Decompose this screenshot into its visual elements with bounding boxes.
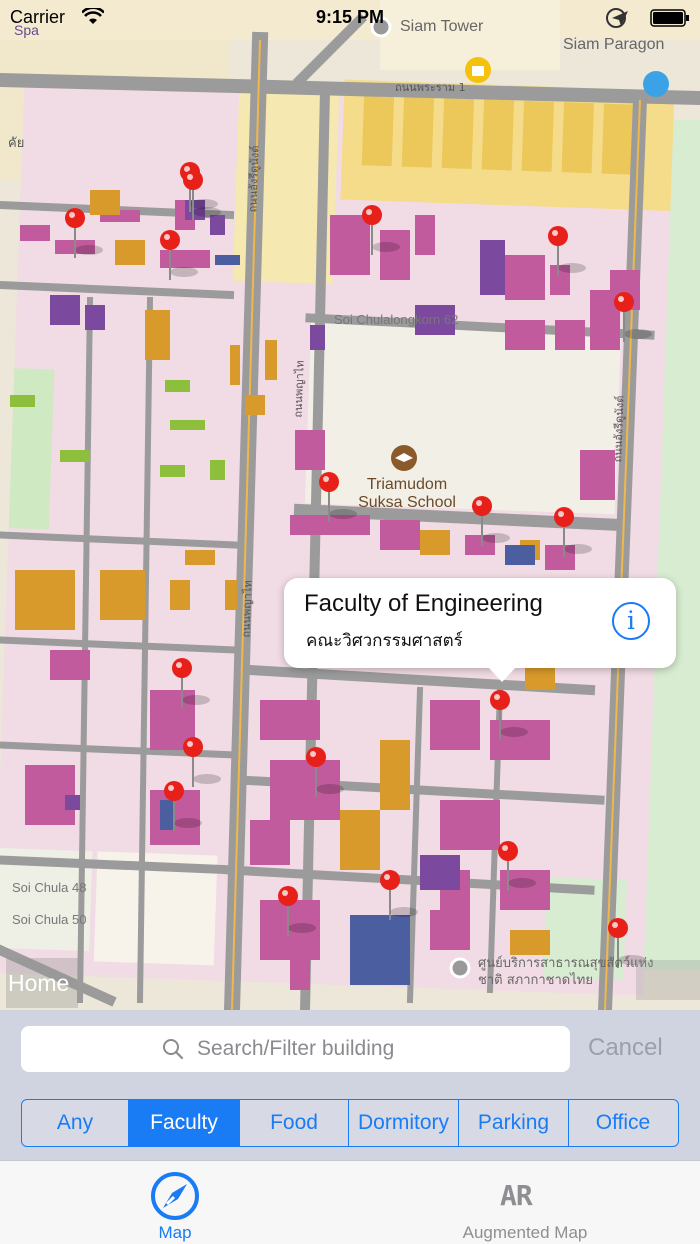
status-bar: Carrier 9:15 PM [0,0,700,36]
search-icon [163,1039,184,1060]
building-callout[interactable]: Faculty of Engineering คณะวิศวกรรมศาสตร์… [284,578,676,682]
compass-icon [151,1172,199,1220]
map-label-rama1-road: ถนนพระราม 1 [395,81,466,94]
map-label-left-edge: คัย [8,136,25,151]
search-field[interactable] [21,1026,570,1072]
map-label-soi-chula-62: Soi Chulalongkorn 62 [334,312,459,327]
tab-bar: Map AR Augmented Map [0,1160,700,1244]
callout-title: Faculty of Engineering [304,590,543,617]
location-icon [606,8,628,28]
battery-icon [650,9,689,27]
map-label-henri-dunant-top: ถนนอังรีดูนังต์ [246,145,262,213]
map-label-school: Triamudom Suksa School [352,476,462,512]
filter-dormitory[interactable]: Dormitory [349,1100,459,1146]
info-icon[interactable]: i [612,602,650,640]
home-button[interactable]: Home [6,958,78,1008]
map-canvas[interactable] [0,0,700,1010]
building-filter-control[interactable]: Any Faculty Food Dormitory Parking Offic… [21,1099,679,1147]
filter-faculty[interactable]: Faculty [129,1100,240,1146]
filter-food[interactable]: Food [240,1100,349,1146]
filter-any[interactable]: Any [22,1100,129,1146]
search-panel: Cancel Any Faculty Food Dormitory Parkin… [0,1010,700,1160]
search-input[interactable] [197,1035,547,1063]
tab-augmented-map[interactable]: AR Augmented Map [430,1161,620,1244]
map-label-siam-paragon: Siam Paragon [563,36,665,53]
map-label-soi-chula-50: Soi Chula 50 [12,912,87,927]
campus-map[interactable]: Spa Siam Tower Siam Paragon ถนนพระราม 1 … [0,0,700,1010]
map-label-school-text: Triamudom Suksa School [358,476,456,511]
tab-map-label: Map [158,1223,192,1242]
map-label-phayathai-road-lower: ถนนพญาไท [239,580,255,638]
tab-map[interactable]: Map [115,1161,235,1244]
app-screen: Spa Siam Tower Siam Paragon ถนนพระราม 1 … [0,0,700,1244]
map-label-phayathai-road: ถนนพญาไท [291,360,307,418]
ar-icon: AR [500,1179,533,1212]
cancel-button[interactable]: Cancel [588,1034,663,1062]
filter-parking[interactable]: Parking [459,1100,569,1146]
map-label-henri-dunant-right: ถนนอังรีดูนังต์ [611,395,627,463]
map-label-animal-center: ศูนย์บริการสาธารณสุขสัตว์แห่งชาติ สภากาช… [478,955,656,989]
map-label-soi-chula-48: Soi Chula 48 [12,880,87,895]
tab-augmented-map-label: Augmented Map [462,1223,588,1242]
filter-office[interactable]: Office [569,1100,677,1146]
clock: 9:15 PM [315,7,385,27]
map-overlay-control [636,960,700,1000]
map-label-animal-center-text: ศูนย์บริการสาธารณสุขสัตว์แห่งชาติ สภากาช… [478,956,654,988]
callout-subtitle: คณะวิศวกรรมศาสตร์ [306,631,463,651]
